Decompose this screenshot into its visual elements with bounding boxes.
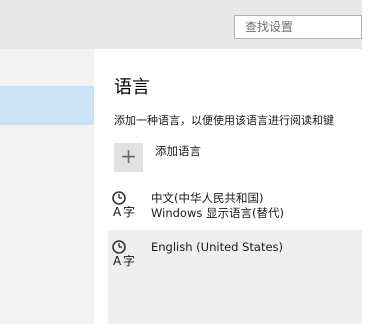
plus-icon: + (120, 144, 137, 168)
language-icon: A 字 (112, 240, 135, 268)
language-subtitle: Windows 显示语言(替代) (151, 206, 284, 220)
language-settings-panel: 语言 添加一种语言，以便使用该语言进行阅读和键 + 添加语言 A 字 中文(中华… (94, 49, 362, 324)
page-title: 语言 (114, 77, 150, 98)
search-input[interactable]: 查找设置 (234, 15, 362, 39)
language-description: 添加一种语言，以便使用该语言进行阅读和键 (114, 114, 334, 127)
add-language-button[interactable]: + (114, 143, 143, 172)
window-edge (362, 0, 391, 324)
language-name: English (United States) (151, 240, 284, 254)
svg-text:A: A (113, 254, 122, 268)
svg-text:字: 字 (123, 253, 135, 268)
svg-text:字: 字 (123, 204, 135, 219)
top-bar: 查找设置 (0, 0, 391, 49)
svg-text:A: A (113, 205, 122, 219)
settings-sidebar (0, 49, 94, 324)
language-icon: A 字 (112, 191, 135, 219)
language-name: 中文(中华人民共和国) (151, 191, 264, 205)
add-language-label[interactable]: 添加语言 (155, 143, 201, 159)
language-item-zh-cn[interactable]: A 字 中文(中华人民共和国) Windows 显示语言(替代) (108, 187, 358, 233)
sidebar-item-selected[interactable] (0, 86, 94, 125)
language-item-en-us[interactable]: A 字 English (United States) (108, 230, 362, 324)
